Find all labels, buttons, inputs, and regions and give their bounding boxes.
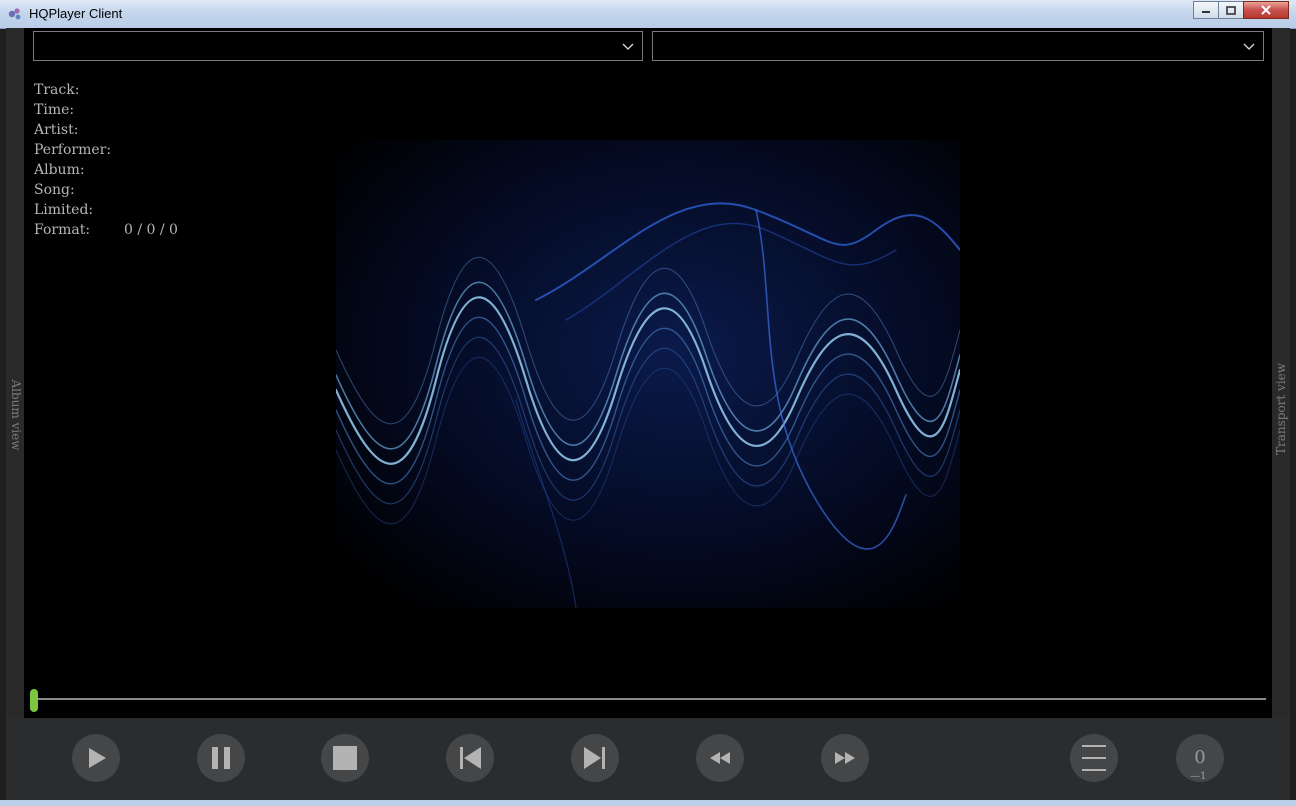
pause-button[interactable]	[197, 734, 245, 782]
skip-previous-icon	[460, 747, 481, 769]
stop-icon	[333, 746, 357, 770]
seek-track[interactable]	[30, 698, 1266, 700]
play-icon	[89, 748, 106, 768]
window-controls	[1193, 1, 1289, 20]
stop-button[interactable]	[321, 734, 369, 782]
pause-icon	[212, 747, 230, 769]
song-row: Song:	[34, 180, 111, 200]
previous-button[interactable]	[446, 734, 494, 782]
format-row: Format: 0 / 0 / 0	[34, 220, 178, 240]
volume-sub-value: —1	[1190, 771, 1207, 782]
skip-next-icon	[584, 747, 605, 769]
maximize-button[interactable]	[1218, 1, 1244, 19]
chevron-down-icon	[622, 43, 634, 50]
fast-forward-icon	[835, 752, 855, 764]
format-label: Format:	[34, 222, 91, 238]
rewind-button[interactable]	[696, 734, 744, 782]
artist-label: Artist:	[34, 122, 79, 138]
performer-row: Performer:	[34, 140, 111, 160]
track-row: Track:	[34, 80, 111, 100]
hamburger-menu-icon	[1082, 745, 1106, 771]
window-title: HQPlayer Client	[29, 6, 123, 21]
transport-view-label[interactable]: Transport view	[1274, 363, 1288, 455]
performer-label: Performer:	[34, 142, 112, 158]
next-button[interactable]	[571, 734, 619, 782]
play-button[interactable]	[72, 734, 120, 782]
artist-row: Artist:	[34, 120, 111, 140]
chevron-down-icon	[1243, 43, 1255, 50]
window-bottom-edge	[0, 800, 1296, 806]
fast-forward-button[interactable]	[821, 734, 869, 782]
track-info: Track: Time: Artist: Performer: Album: S…	[34, 80, 178, 240]
song-label: Song:	[34, 182, 75, 198]
volume-value: 0	[1194, 747, 1206, 768]
maximize-icon	[1226, 5, 1236, 15]
album-label: Album:	[34, 162, 85, 178]
album-row: Album:	[34, 160, 111, 180]
limited-label: Limited:	[34, 202, 94, 218]
time-row: Time:	[34, 100, 111, 120]
close-button[interactable]	[1243, 1, 1289, 19]
track-label: Track:	[34, 82, 80, 98]
minimize-icon	[1202, 11, 1210, 13]
menu-button[interactable]	[1070, 734, 1118, 782]
playlist-select[interactable]	[33, 31, 643, 61]
output-select[interactable]	[652, 31, 1264, 61]
time-label: Time:	[34, 102, 75, 118]
album-art	[336, 140, 960, 608]
limited-row: Limited:	[34, 200, 111, 220]
minimize-button[interactable]	[1193, 1, 1219, 19]
album-view-toggle[interactable]	[6, 28, 24, 718]
album-view-label[interactable]: Album view	[9, 375, 23, 455]
app-icon	[8, 8, 21, 20]
seek-handle[interactable]	[30, 689, 38, 712]
format-value: 0 / 0 / 0	[124, 222, 178, 238]
close-icon	[1261, 5, 1271, 15]
rewind-icon	[710, 752, 730, 764]
window-titlebar: HQPlayer Client	[0, 0, 1296, 29]
